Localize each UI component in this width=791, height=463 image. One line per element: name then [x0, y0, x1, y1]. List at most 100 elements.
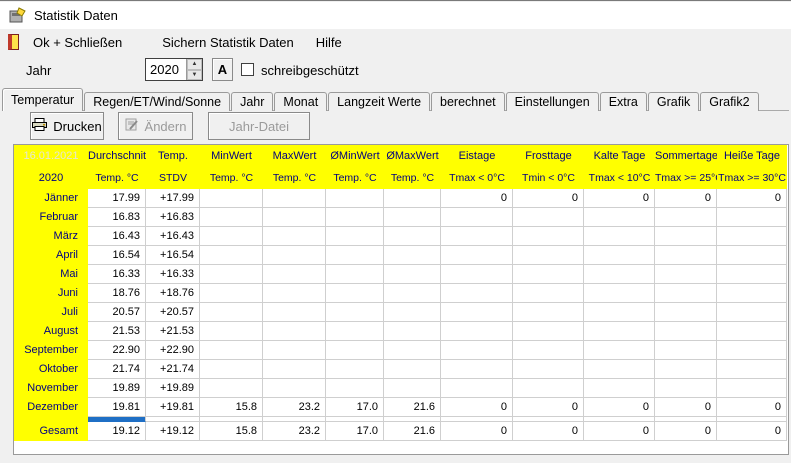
table-cell[interactable]	[655, 360, 717, 379]
table-cell[interactable]	[384, 227, 441, 246]
tab-einstellungen[interactable]: Einstellungen	[506, 92, 599, 111]
table-cell[interactable]	[655, 227, 717, 246]
table-cell[interactable]: 0	[655, 189, 717, 208]
table-cell[interactable]: 16.43	[88, 227, 146, 246]
table-cell[interactable]	[717, 227, 787, 246]
table-cell[interactable]: 16.54	[88, 246, 146, 265]
table-cell[interactable]	[384, 208, 441, 227]
table-cell[interactable]: 21.74	[88, 360, 146, 379]
table-cell[interactable]	[655, 341, 717, 360]
table-cell[interactable]	[655, 303, 717, 322]
table-cell[interactable]	[326, 189, 384, 208]
table-cell[interactable]	[384, 341, 441, 360]
total-table-cell[interactable]: 23.2	[263, 422, 326, 441]
tab-langzeit-werte[interactable]: Langzeit Werte	[328, 92, 430, 111]
table-cell[interactable]	[655, 208, 717, 227]
table-cell[interactable]	[263, 189, 326, 208]
table-cell[interactable]: +22.90	[146, 341, 200, 360]
row-header-cell[interactable]: März	[14, 227, 88, 246]
table-cell[interactable]	[584, 227, 655, 246]
tab-jahr[interactable]: Jahr	[231, 92, 273, 111]
table-cell[interactable]	[655, 265, 717, 284]
table-cell[interactable]	[200, 360, 263, 379]
table-cell[interactable]: 0	[441, 189, 513, 208]
table-cell[interactable]	[441, 341, 513, 360]
table-cell[interactable]: 19.89	[88, 379, 146, 398]
row-header-cell[interactable]: Oktober	[14, 360, 88, 379]
table-cell[interactable]	[655, 246, 717, 265]
table-cell[interactable]: +19.89	[146, 379, 200, 398]
table-cell[interactable]	[384, 322, 441, 341]
table-cell[interactable]	[717, 208, 787, 227]
row-header-cell[interactable]: November	[14, 379, 88, 398]
table-cell[interactable]: 15.8	[200, 398, 263, 417]
table-cell[interactable]	[584, 303, 655, 322]
table-cell[interactable]	[584, 360, 655, 379]
table-cell[interactable]	[441, 303, 513, 322]
table-cell[interactable]: +16.43	[146, 227, 200, 246]
row-header-cell[interactable]: Dezember	[14, 398, 88, 417]
spin-down-icon[interactable]: ▼	[187, 70, 202, 81]
table-cell[interactable]	[584, 265, 655, 284]
table-cell[interactable]: 0	[717, 189, 787, 208]
table-cell[interactable]	[717, 303, 787, 322]
table-cell[interactable]	[384, 303, 441, 322]
table-cell[interactable]: 17.0	[326, 398, 384, 417]
menu-save-statistics[interactable]: Sichern Statistik Daten	[154, 32, 302, 53]
total-table-cell[interactable]: 0	[513, 422, 584, 441]
year-file-button[interactable]: Jahr-Datei	[208, 112, 310, 140]
table-cell[interactable]: 18.76	[88, 284, 146, 303]
total-table-cell[interactable]: 0	[584, 422, 655, 441]
table-cell[interactable]	[584, 208, 655, 227]
table-cell[interactable]: 0	[655, 398, 717, 417]
table-cell[interactable]	[384, 360, 441, 379]
table-cell[interactable]: 0	[584, 189, 655, 208]
table-cell[interactable]	[513, 322, 584, 341]
table-cell[interactable]: +17.99	[146, 189, 200, 208]
table-cell[interactable]	[584, 246, 655, 265]
table-cell[interactable]	[717, 284, 787, 303]
table-cell[interactable]	[263, 303, 326, 322]
table-cell[interactable]	[513, 284, 584, 303]
total-table-cell[interactable]: 0	[717, 422, 787, 441]
table-cell[interactable]: 0	[441, 398, 513, 417]
table-cell[interactable]	[200, 227, 263, 246]
table-cell[interactable]	[263, 265, 326, 284]
table-cell[interactable]	[326, 246, 384, 265]
table-cell[interactable]	[200, 208, 263, 227]
table-cell[interactable]	[200, 284, 263, 303]
table-cell[interactable]	[326, 265, 384, 284]
table-cell[interactable]: 21.6	[384, 398, 441, 417]
table-cell[interactable]: +21.74	[146, 360, 200, 379]
table-cell[interactable]	[717, 246, 787, 265]
readonly-checkbox[interactable]	[241, 63, 254, 76]
table-cell[interactable]	[513, 379, 584, 398]
table-cell[interactable]: 0	[513, 398, 584, 417]
row-header-cell[interactable]: September	[14, 341, 88, 360]
table-cell[interactable]	[513, 208, 584, 227]
table-cell[interactable]	[263, 379, 326, 398]
total-table-cell[interactable]: 0	[441, 422, 513, 441]
table-cell[interactable]	[200, 265, 263, 284]
row-header-cell[interactable]: Jänner	[14, 189, 88, 208]
table-cell[interactable]	[441, 246, 513, 265]
table-cell[interactable]	[384, 246, 441, 265]
table-cell[interactable]	[717, 360, 787, 379]
total-table-cell[interactable]: 15.8	[200, 422, 263, 441]
print-button[interactable]: Drucken	[30, 112, 104, 140]
table-cell[interactable]: +16.54	[146, 246, 200, 265]
table-cell[interactable]: 17.99	[88, 189, 146, 208]
table-cell[interactable]	[200, 189, 263, 208]
table-cell[interactable]	[655, 379, 717, 398]
row-header-cell[interactable]: Juli	[14, 303, 88, 322]
table-cell[interactable]	[717, 379, 787, 398]
table-cell[interactable]: 20.57	[88, 303, 146, 322]
table-cell[interactable]	[326, 227, 384, 246]
spin-up-icon[interactable]: ▲	[187, 59, 202, 70]
table-cell[interactable]	[584, 341, 655, 360]
table-cell[interactable]: +19.81	[146, 398, 200, 417]
table-cell[interactable]	[513, 246, 584, 265]
row-header-cell[interactable]: Mai	[14, 265, 88, 284]
table-cell[interactable]	[384, 189, 441, 208]
table-cell[interactable]	[326, 341, 384, 360]
